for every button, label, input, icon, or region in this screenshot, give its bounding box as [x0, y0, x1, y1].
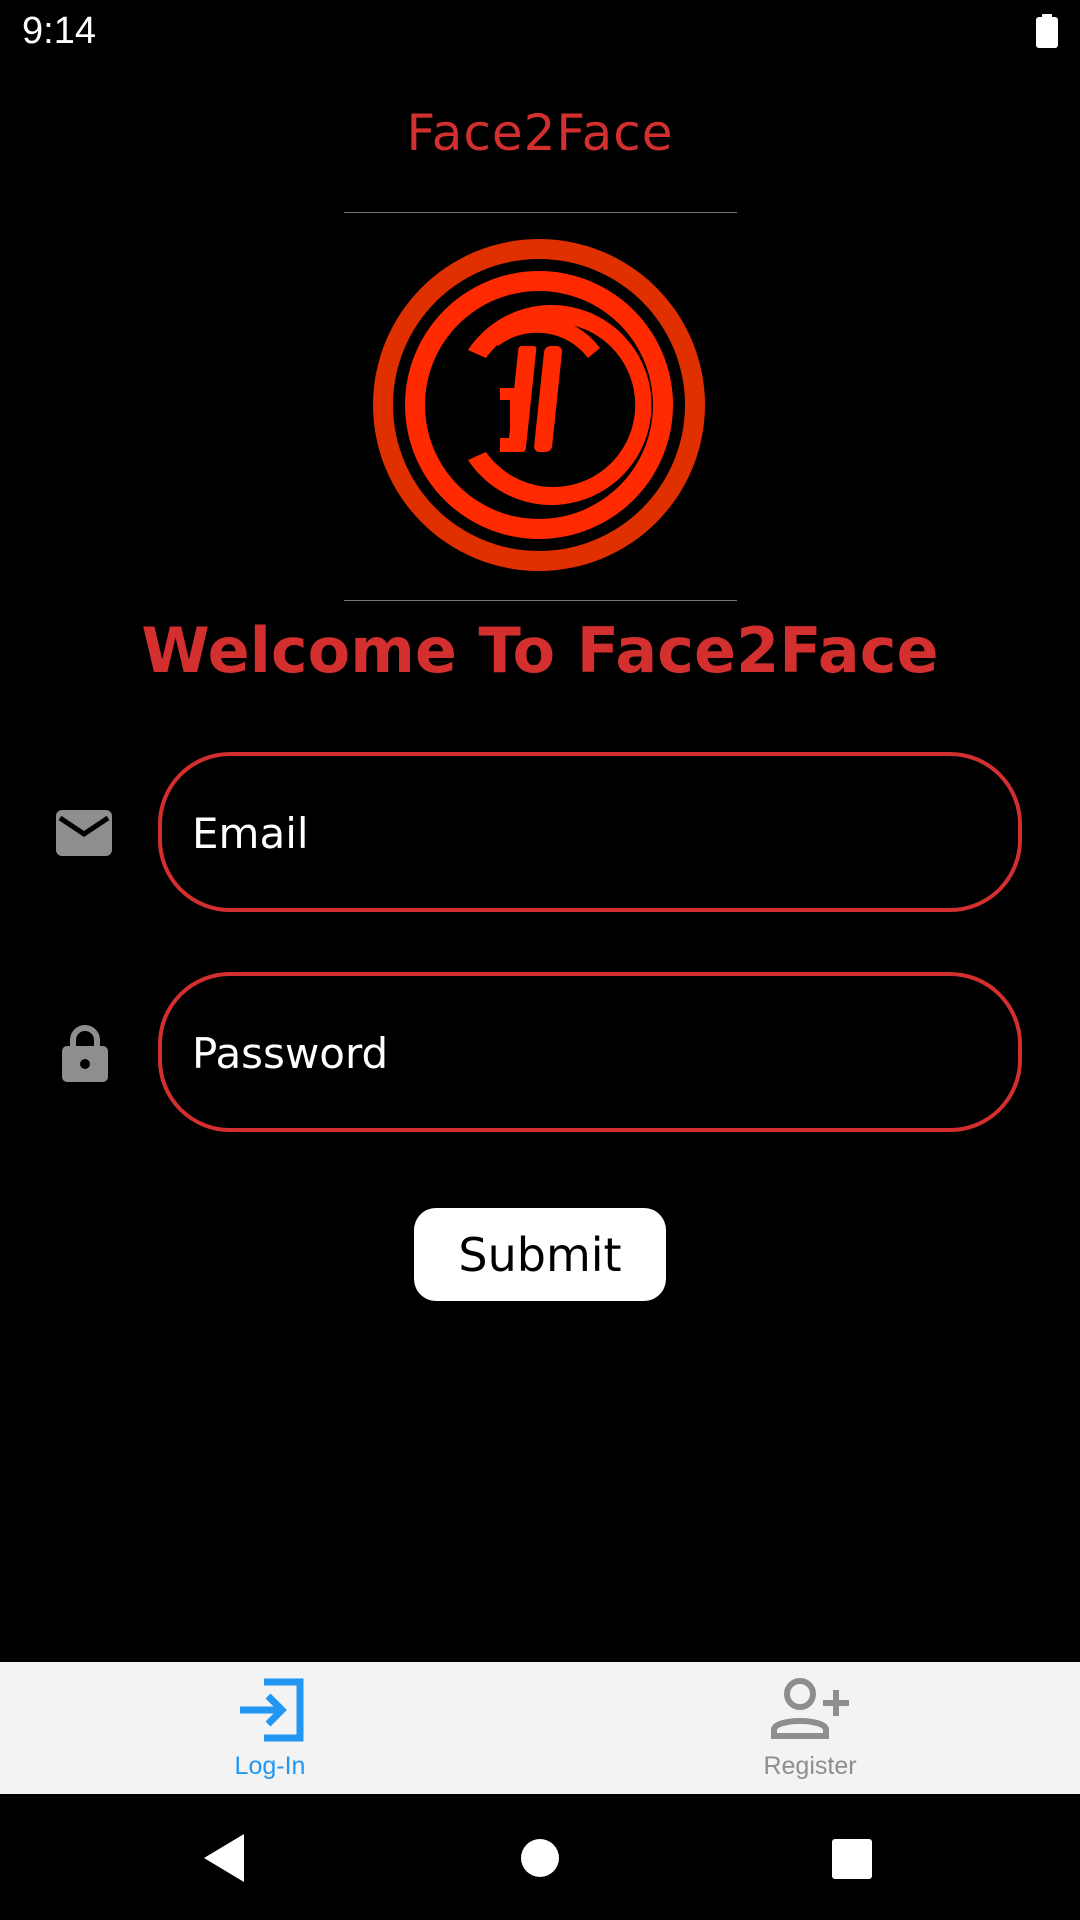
- add-person-icon: [771, 1678, 849, 1739]
- tab-register[interactable]: Register: [540, 1662, 1080, 1794]
- mail-icon: [56, 810, 112, 856]
- lock-icon: [62, 1025, 108, 1082]
- back-triangle-icon[interactable]: [198, 1830, 254, 1886]
- face2face-logo: [373, 239, 705, 571]
- home-circle-icon[interactable]: [512, 1830, 568, 1886]
- login-screen: 9:14 Face2Face Welcome To Face2Face Emai…: [0, 0, 1080, 1920]
- top-divider: [344, 212, 737, 213]
- system-nav-bar: [0, 1794, 1080, 1920]
- app-title: Face2Face: [406, 104, 674, 162]
- password-input[interactable]: [190, 976, 994, 1130]
- welcome-heading: Welcome To Face2Face: [141, 614, 939, 687]
- tab-log-in[interactable]: Log-In: [0, 1662, 540, 1794]
- status-time: 9:14: [22, 10, 96, 52]
- email-field-box: [158, 752, 1022, 912]
- tab-label-log-in: Log-In: [234, 1752, 306, 1780]
- bottom-tab-bar: Log-In Register: [0, 1662, 1080, 1794]
- submit-button[interactable]: Submit: [414, 1208, 666, 1301]
- status-bar: 9:14: [0, 0, 1080, 64]
- tab-label-register: Register: [763, 1752, 857, 1780]
- battery-full-icon: [1036, 14, 1058, 48]
- password-field-box: [158, 972, 1022, 1132]
- bottom-divider: [344, 600, 737, 601]
- email-input[interactable]: [190, 756, 994, 910]
- login-icon: [240, 1678, 304, 1742]
- recents-square-icon[interactable]: [823, 1830, 879, 1886]
